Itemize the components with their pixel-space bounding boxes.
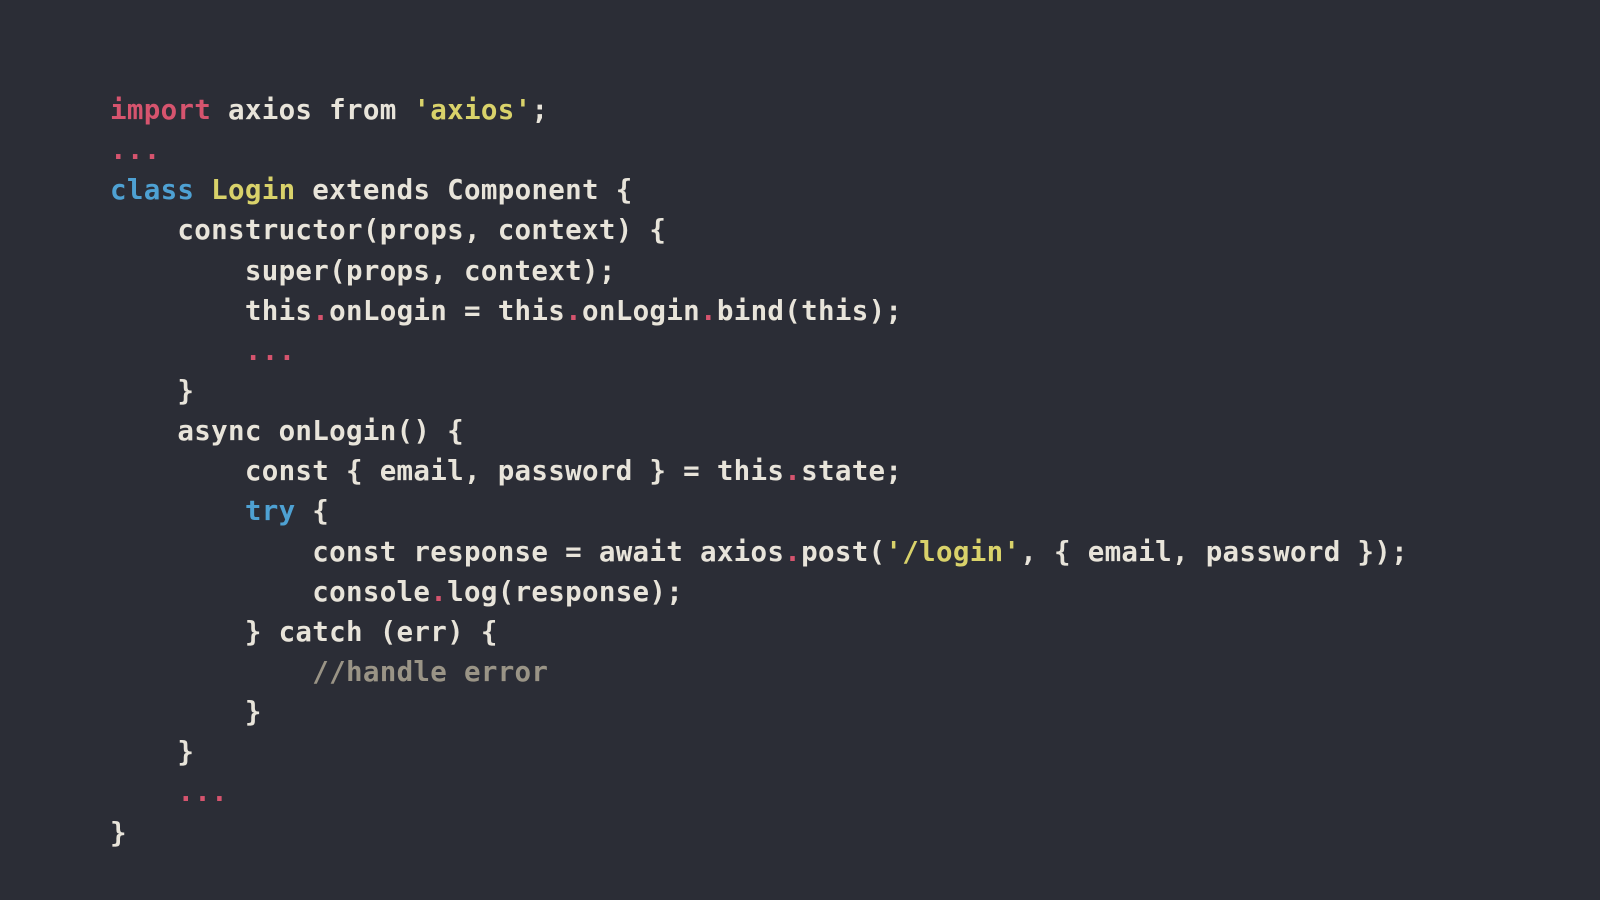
code-text: this	[110, 295, 312, 327]
class-name: Login	[211, 174, 295, 206]
ellipsis: ...	[245, 335, 296, 367]
string-quote: '	[1003, 536, 1020, 568]
string-literal: axios	[430, 94, 514, 126]
dot: .	[784, 536, 801, 568]
code-text: axios	[211, 94, 329, 126]
ellipsis: ...	[177, 776, 228, 808]
comment: //handle error	[312, 656, 548, 688]
code-line: }	[110, 375, 194, 407]
code-text	[110, 776, 177, 808]
code-line: ...	[110, 776, 228, 808]
code-line: }	[110, 736, 194, 768]
code-line: this.onLogin = this.onLogin.bind(this);	[110, 295, 902, 327]
code-text	[194, 174, 211, 206]
string-quote: '	[413, 94, 430, 126]
code-text: from	[329, 94, 413, 126]
code-block: import axios from 'axios'; ... class Log…	[0, 0, 1600, 853]
code-text: onLogin	[582, 295, 700, 327]
code-line: try {	[110, 495, 329, 527]
code-text	[110, 495, 245, 527]
code-line: }	[110, 817, 127, 849]
code-text: const response = await axios	[110, 536, 784, 568]
code-line: }	[110, 696, 262, 728]
code-line: const response = await axios.post('/logi…	[110, 536, 1408, 568]
code-line: import axios from 'axios';	[110, 94, 548, 126]
code-text: ;	[531, 94, 548, 126]
code-text: bind(this);	[717, 295, 902, 327]
dot: .	[784, 455, 801, 487]
code-line: async onLogin() {	[110, 415, 464, 447]
code-line: console.log(response);	[110, 576, 683, 608]
dot: .	[565, 295, 582, 327]
code-text: {	[295, 495, 329, 527]
code-line: class Login extends Component {	[110, 174, 633, 206]
code-line: //handle error	[110, 656, 548, 688]
code-text: state;	[801, 455, 902, 487]
dot: .	[700, 295, 717, 327]
code-text: onLogin = this	[329, 295, 565, 327]
string-quote: '	[515, 94, 532, 126]
keyword-import: import	[110, 94, 211, 126]
code-line: ...	[110, 134, 161, 166]
code-line: ...	[110, 335, 295, 367]
code-text: , { email, password });	[1020, 536, 1408, 568]
ellipsis: ...	[110, 134, 161, 166]
code-line: super(props, context);	[110, 255, 616, 287]
code-text	[110, 335, 245, 367]
code-text: const { email, password } = this	[110, 455, 784, 487]
code-text: post(	[801, 536, 885, 568]
string-literal: /login	[902, 536, 1003, 568]
keyword-class: class	[110, 174, 194, 206]
code-line: } catch (err) {	[110, 616, 498, 648]
string-quote: '	[885, 536, 902, 568]
code-text: extends Component {	[295, 174, 632, 206]
code-text	[110, 656, 312, 688]
code-line: constructor(props, context) {	[110, 214, 666, 246]
keyword-try: try	[245, 495, 296, 527]
dot: .	[430, 576, 447, 608]
code-line: const { email, password } = this.state;	[110, 455, 902, 487]
dot: .	[312, 295, 329, 327]
code-text: console	[110, 576, 430, 608]
code-text: log(response);	[447, 576, 683, 608]
